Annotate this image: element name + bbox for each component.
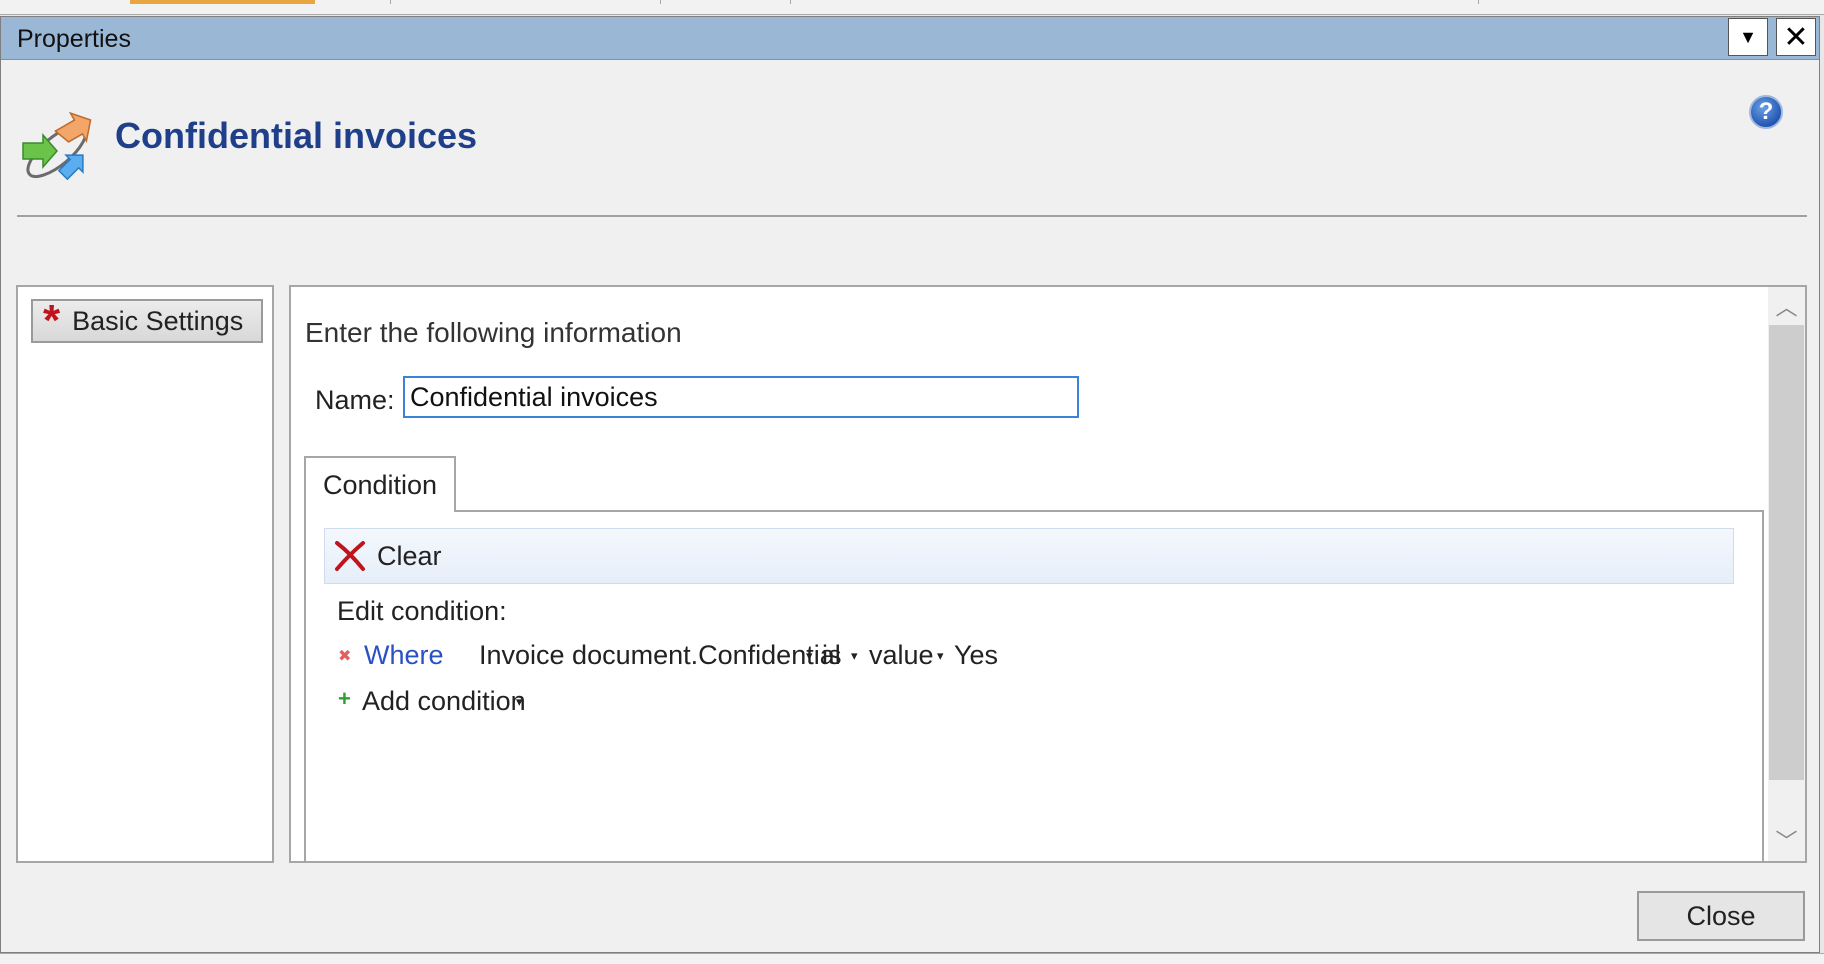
name-label: Name: bbox=[315, 385, 395, 415]
condition-value[interactable]: Yes bbox=[954, 640, 998, 671]
background-app-strip-bottom bbox=[0, 953, 1824, 964]
chevron-down-icon[interactable]: ▾ bbox=[937, 648, 944, 664]
plus-icon: + bbox=[338, 686, 351, 711]
condition-field-selector[interactable]: Invoice document.Confidential bbox=[479, 640, 841, 671]
vertical-scrollbar[interactable]: ︿ ﹀ bbox=[1768, 287, 1805, 861]
condition-tab-panel: Clear Edit condition: ✖ Where Invoice do… bbox=[304, 510, 1764, 861]
chevron-down-icon[interactable]: ▾ bbox=[851, 648, 858, 664]
add-condition-label: Add condition bbox=[362, 686, 526, 716]
chevron-down-icon[interactable]: ▾ bbox=[516, 694, 523, 710]
condition-value-type-selector[interactable]: value bbox=[869, 640, 934, 671]
clear-x-icon[interactable] bbox=[333, 539, 367, 573]
header-separator bbox=[17, 215, 1807, 217]
tab-condition[interactable]: Condition bbox=[304, 456, 456, 512]
required-star-icon: * bbox=[43, 296, 61, 345]
intro-text: Enter the following information bbox=[305, 317, 682, 348]
titlebar-menu-button[interactable]: ▼ bbox=[1728, 18, 1768, 56]
condition-toolbar: Clear bbox=[324, 528, 1734, 584]
settings-sidebar: * Basic Settings bbox=[16, 285, 274, 863]
dialog-title: Properties bbox=[17, 25, 131, 53]
sidebar-item-label: Basic Settings bbox=[72, 305, 244, 336]
where-link[interactable]: Where bbox=[364, 640, 444, 671]
close-button[interactable]: Close bbox=[1637, 891, 1805, 941]
close-icon: ✕ bbox=[1783, 20, 1809, 54]
sidebar-item-basic-settings[interactable]: * Basic Settings bbox=[31, 299, 263, 343]
chevron-down-icon[interactable]: ▾ bbox=[806, 648, 813, 664]
properties-dialog: Properties ▼ ✕ Confidential invoices ? *… bbox=[0, 16, 1820, 953]
titlebar-close-button[interactable]: ✕ bbox=[1776, 18, 1816, 56]
background-segment bbox=[0, 0, 1479, 4]
workflow-rule-icon bbox=[22, 111, 92, 181]
dropdown-arrow-icon: ▼ bbox=[1739, 26, 1757, 47]
dialog-titlebar[interactable]: Properties ▼ ✕ bbox=[1, 17, 1819, 60]
clear-button[interactable]: Clear bbox=[377, 541, 442, 572]
condition-row: ✖ Where Invoice document.Confidential ▾ … bbox=[330, 640, 1730, 676]
scroll-down-arrow-icon[interactable]: ﹀ bbox=[1768, 821, 1805, 859]
background-app-strip bbox=[0, 0, 1824, 15]
scrollbar-thumb[interactable] bbox=[1769, 325, 1804, 780]
remove-condition-icon[interactable]: ✖ bbox=[338, 646, 351, 666]
name-input[interactable] bbox=[403, 376, 1079, 418]
condition-operator-selector[interactable]: is bbox=[822, 640, 842, 671]
settings-content-panel: Enter the following information Name: Co… bbox=[289, 285, 1807, 863]
edit-condition-label: Edit condition: bbox=[337, 596, 507, 626]
help-icon[interactable]: ? bbox=[1749, 95, 1783, 129]
scroll-up-arrow-icon[interactable]: ︿ bbox=[1768, 287, 1805, 325]
page-title: Confidential invoices bbox=[115, 115, 478, 156]
